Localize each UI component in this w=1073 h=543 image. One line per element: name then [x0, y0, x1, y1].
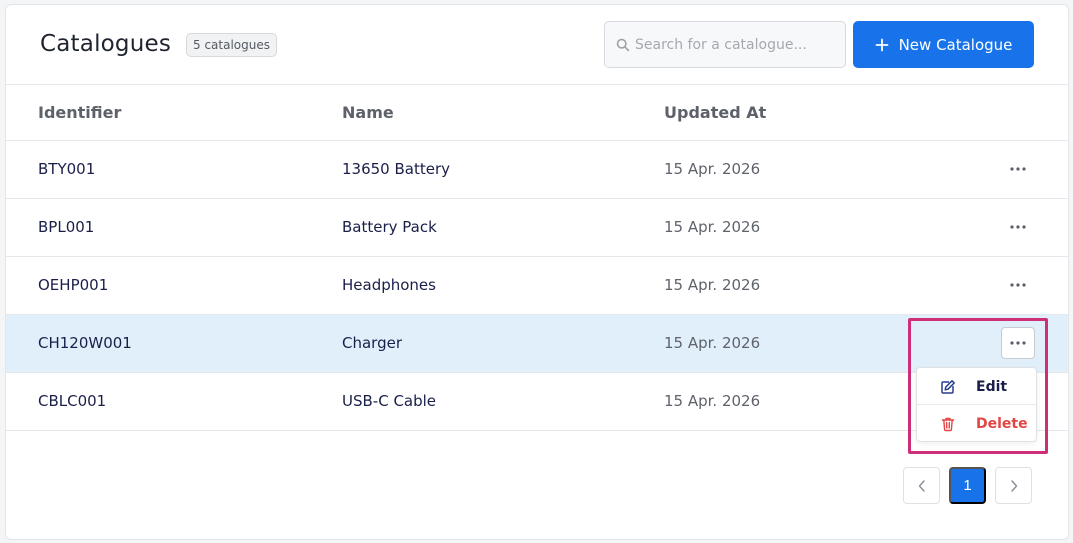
catalogue-table: Identifier Name Updated At BTY001 13650 …: [6, 84, 1068, 431]
more-horizontal-icon: [1010, 225, 1026, 229]
more-horizontal-icon: [1010, 283, 1026, 287]
page-title: Catalogues: [40, 31, 172, 57]
column-header-identifier[interactable]: Identifier: [38, 103, 121, 122]
cell-updated-at: 15 Apr. 2026: [664, 276, 761, 294]
row-actions-button[interactable]: [1001, 211, 1035, 243]
cell-name: Headphones: [342, 276, 436, 294]
table-row[interactable]: OEHP001 Headphones 15 Apr. 2026: [6, 257, 1068, 315]
cell-updated-at: 15 Apr. 2026: [664, 334, 761, 352]
edit-icon: [941, 379, 955, 394]
new-catalogue-button[interactable]: New Catalogue: [853, 21, 1034, 68]
cell-identifier: CBLC001: [38, 392, 107, 410]
menu-item-edit[interactable]: Edit: [917, 369, 1036, 405]
cell-identifier: CH120W001: [38, 334, 132, 352]
cell-identifier: OEHP001: [38, 276, 109, 294]
cell-identifier: BPL001: [38, 218, 95, 236]
search-box[interactable]: [604, 21, 846, 68]
cell-name: USB-C Cable: [342, 392, 437, 410]
table-row[interactable]: BTY001 13650 Battery 15 Apr. 2026: [6, 141, 1068, 199]
pagination-page-button[interactable]: 1: [949, 467, 986, 504]
table-row[interactable]: CBLC001 USB-C Cable 15 Apr. 2026: [6, 373, 1068, 431]
cell-updated-at: 15 Apr. 2026: [664, 160, 761, 178]
trash-icon: [941, 417, 955, 432]
chevron-left-icon: [918, 479, 925, 492]
search-input[interactable]: [635, 22, 840, 67]
row-actions-button[interactable]: [1001, 269, 1035, 301]
more-horizontal-icon: [1010, 341, 1026, 345]
cell-updated-at: 15 Apr. 2026: [664, 392, 761, 410]
table-header: Identifier Name Updated At: [6, 84, 1068, 141]
count-badge: 5 catalogues: [186, 33, 277, 57]
pagination-prev-button[interactable]: [903, 467, 940, 504]
row-actions-button[interactable]: [1001, 327, 1035, 359]
catalogues-card: Catalogues 5 catalogues New Catalogue Id…: [5, 4, 1069, 540]
menu-item-delete-label: Delete: [976, 416, 1028, 432]
new-catalogue-label: New Catalogue: [898, 35, 1013, 54]
more-horizontal-icon: [1010, 167, 1026, 171]
cell-identifier: BTY001: [38, 160, 96, 178]
table-row-active[interactable]: CH120W001 Charger 15 Apr. 2026: [6, 315, 1068, 373]
column-header-name[interactable]: Name: [342, 103, 394, 122]
menu-item-delete[interactable]: Delete: [917, 406, 1036, 442]
cell-name: 13650 Battery: [342, 160, 451, 178]
plus-icon: [875, 38, 888, 51]
cell-name: Charger: [342, 334, 402, 352]
pagination-next-button[interactable]: [995, 467, 1032, 504]
table-row[interactable]: BPL001 Battery Pack 15 Apr. 2026: [6, 199, 1068, 257]
cell-updated-at: 15 Apr. 2026: [664, 218, 761, 236]
menu-item-edit-label: Edit: [976, 378, 1008, 395]
row-actions-button[interactable]: [1001, 153, 1035, 185]
column-header-updated-at[interactable]: Updated At: [664, 103, 766, 122]
cell-name: Battery Pack: [342, 218, 437, 236]
chevron-right-icon: [1010, 479, 1017, 492]
search-icon: [616, 38, 630, 52]
row-actions-menu: Edit Delete: [916, 367, 1037, 442]
